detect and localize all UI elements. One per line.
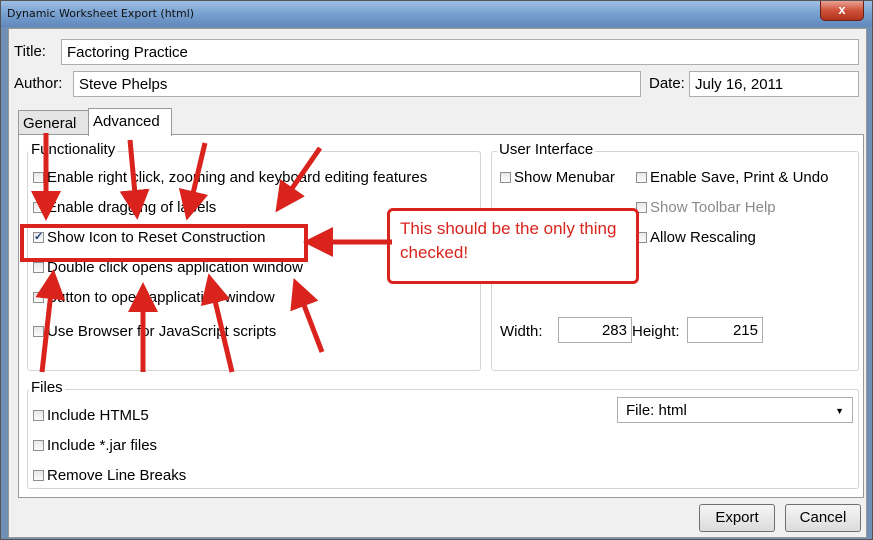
author-input[interactable]: Steve Phelps <box>73 71 641 97</box>
checkbox-box[interactable] <box>636 172 647 183</box>
checkbox-box[interactable] <box>33 202 44 213</box>
checkbox-label: Use Browser for JavaScript scripts <box>47 323 277 340</box>
date-input[interactable]: July 16, 2011 <box>689 71 859 97</box>
advanced-panel: Functionality Enable right click, zoomin… <box>18 134 864 498</box>
title-bar[interactable]: Dynamic Worksheet Export (html) x <box>1 1 872 27</box>
files-title: Files <box>29 379 65 396</box>
checkbox-box[interactable] <box>33 470 44 481</box>
export-button[interactable]: Export <box>699 504 775 532</box>
checkbox-label: Allow Rescaling <box>650 229 756 246</box>
checkbox-remove-line-breaks[interactable]: Remove Line Breaks <box>33 467 186 484</box>
date-label: Date: <box>649 75 685 92</box>
checkbox-toolbar-help[interactable]: Show Toolbar Help <box>636 199 776 216</box>
checkbox-box[interactable] <box>33 326 44 337</box>
checkbox-show-menubar[interactable]: Show Menubar <box>500 169 615 186</box>
checkbox-box[interactable] <box>33 440 44 451</box>
checkbox-label: Remove Line Breaks <box>47 467 187 484</box>
checkbox-label: Enable right click, zooming and keyboard… <box>47 169 428 186</box>
checkbox-box[interactable] <box>500 172 511 183</box>
tab-advanced[interactable]: Advanced <box>88 108 172 136</box>
checkbox-box[interactable] <box>33 410 44 421</box>
checkbox-open-button[interactable]: Button to open application window <box>33 289 275 306</box>
file-type-select[interactable]: File: html ▼ <box>617 397 853 423</box>
file-type-value: File: html <box>626 402 687 419</box>
checkbox-right-click[interactable]: Enable right click, zooming and keyboard… <box>33 169 427 186</box>
checkbox-include-html5[interactable]: Include HTML5 <box>33 407 149 424</box>
checkbox-drag-labels[interactable]: Enable dragging of labels <box>33 199 216 216</box>
title-label: Title: <box>14 43 46 60</box>
checkbox-label: Include HTML5 <box>47 407 149 424</box>
checkbox-browser-js[interactable]: Use Browser for JavaScript scripts <box>33 323 276 340</box>
checkbox-label: Show Toolbar Help <box>650 199 776 216</box>
checkbox-label: Enable dragging of labels <box>47 199 217 216</box>
author-label: Author: <box>14 75 63 92</box>
functionality-title: Functionality <box>29 141 118 158</box>
user-interface-title: User Interface <box>497 141 596 158</box>
checkbox-label: Show Menubar <box>514 169 615 186</box>
width-label: Width: <box>500 323 543 340</box>
checkbox-allow-rescaling[interactable]: Allow Rescaling <box>636 229 756 246</box>
highlight-box <box>20 224 308 262</box>
checkbox-box[interactable] <box>33 292 44 303</box>
close-button[interactable]: x <box>820 1 864 21</box>
title-input[interactable]: Factoring Practice <box>61 39 859 65</box>
checkbox-enable-save[interactable]: Enable Save, Print & Undo <box>636 169 828 186</box>
height-input[interactable]: 215 <box>687 317 763 343</box>
checkbox-box[interactable] <box>33 172 44 183</box>
tab-general[interactable]: General <box>18 110 90 136</box>
height-label: Height: <box>632 323 680 340</box>
annotation-callout: This should be the only thing checked! <box>387 208 639 284</box>
checkbox-label: Enable Save, Print & Undo <box>650 169 829 186</box>
checkbox-label: Include *.jar files <box>47 437 158 454</box>
cancel-button[interactable]: Cancel <box>785 504 861 532</box>
chevron-down-icon: ▼ <box>835 406 844 416</box>
width-input[interactable]: 283 <box>558 317 632 343</box>
window-title: Dynamic Worksheet Export (html) <box>7 7 195 20</box>
checkbox-box[interactable] <box>33 262 44 273</box>
checkbox-label: Button to open application window <box>47 289 275 306</box>
checkbox-include-jar[interactable]: Include *.jar files <box>33 437 157 454</box>
